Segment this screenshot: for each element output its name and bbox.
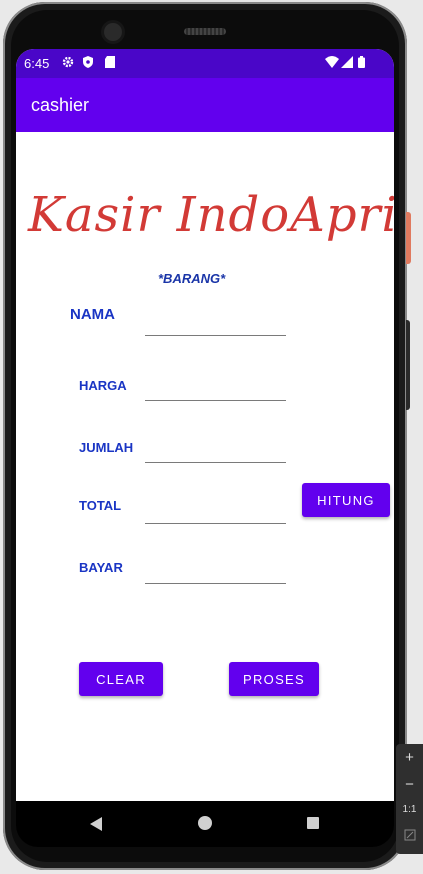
nama-field[interactable] bbox=[145, 315, 286, 336]
power-button[interactable] bbox=[406, 212, 411, 264]
harga-label: HARGA bbox=[79, 378, 127, 393]
zoom-in-icon[interactable]: + bbox=[396, 749, 423, 766]
zoom-out-icon[interactable]: − bbox=[396, 776, 423, 793]
camera-icon bbox=[104, 23, 122, 41]
clear-button[interactable]: CLEAR bbox=[79, 662, 163, 696]
proses-button[interactable]: PROSES bbox=[229, 662, 319, 696]
total-label: TOTAL bbox=[79, 498, 122, 513]
zoom-ratio-label[interactable]: 1:1 bbox=[396, 804, 423, 815]
status-bar: 6:45 bbox=[16, 49, 394, 78]
bayar-label: BAYAR bbox=[79, 560, 123, 575]
signal-icon bbox=[341, 56, 353, 68]
zoom-panel: + − 1:1 bbox=[396, 744, 423, 854]
jumlah-label: JUMLAH bbox=[79, 440, 134, 455]
status-time: 6:45 bbox=[24, 56, 50, 71]
navigation-bar bbox=[16, 801, 394, 847]
back-icon[interactable] bbox=[90, 817, 102, 831]
battery-icon bbox=[358, 56, 365, 68]
fit-screen-icon[interactable] bbox=[396, 828, 423, 845]
harga-field[interactable] bbox=[145, 380, 286, 401]
nama-label: NAMA bbox=[70, 306, 115, 323]
emulator-frame: 6:45 cashier Kasir IndoApril *BARANG* NA… bbox=[0, 0, 423, 874]
speaker-grille bbox=[184, 28, 226, 35]
recent-apps-icon[interactable] bbox=[307, 817, 319, 829]
logo-text: Kasir IndoApril bbox=[28, 187, 394, 243]
app-bar: cashier bbox=[16, 78, 394, 132]
hitung-button[interactable]: HITUNG bbox=[302, 483, 390, 517]
home-icon[interactable] bbox=[198, 816, 212, 830]
volume-button[interactable] bbox=[406, 320, 410, 410]
sd-card-icon bbox=[105, 56, 115, 68]
section-title: *BARANG* bbox=[158, 271, 226, 286]
shield-icon bbox=[83, 56, 93, 68]
gear-icon bbox=[62, 56, 74, 68]
app-title: cashier bbox=[31, 95, 90, 115]
bayar-field[interactable] bbox=[145, 563, 286, 584]
app-screen: 6:45 cashier Kasir IndoApril *BARANG* NA… bbox=[16, 49, 394, 801]
jumlah-field[interactable] bbox=[145, 442, 286, 463]
total-field[interactable] bbox=[145, 503, 286, 524]
wifi-icon bbox=[325, 56, 339, 68]
